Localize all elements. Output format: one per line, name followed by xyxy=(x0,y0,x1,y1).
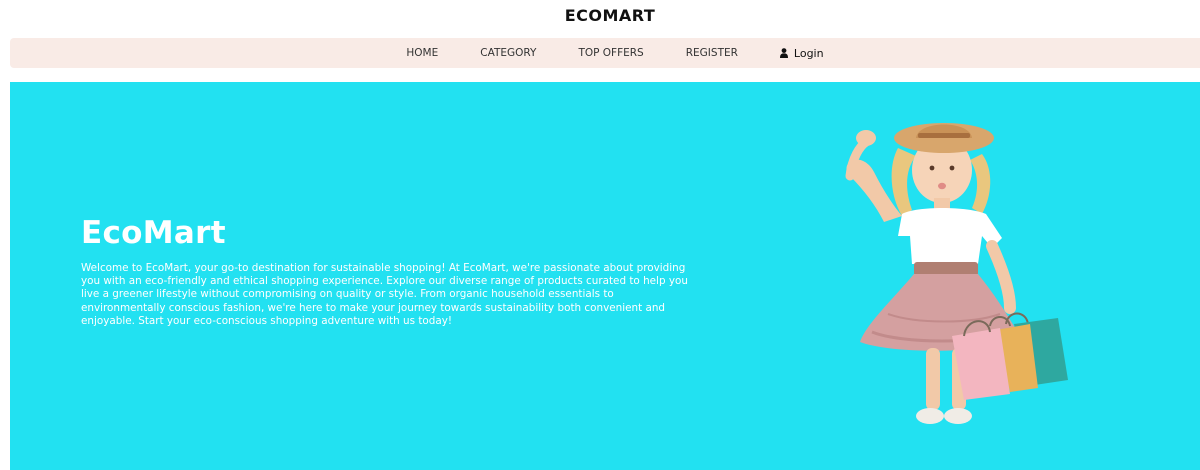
login-label: Login xyxy=(793,46,824,60)
nav-top-offers[interactable]: TOP OFFERS xyxy=(557,47,664,59)
nav-register[interactable]: REGISTER xyxy=(665,47,759,59)
hero-image xyxy=(845,123,1068,424)
nav-category[interactable]: CATEGORY xyxy=(459,47,557,59)
nav-menu: HOME CATEGORY TOP OFFERS REGISTER Login xyxy=(10,38,1200,68)
hero-banner: EcoMart Welcome to EcoMart, your go-to d… xyxy=(10,82,1200,470)
nav-home[interactable]: HOME xyxy=(385,47,459,59)
login-link[interactable]: Login xyxy=(759,47,845,60)
page: ECOMART HOME CATEGORY TOP OFFERS REGISTE… xyxy=(0,0,1200,470)
navbar: HOME CATEGORY TOP OFFERS REGISTER Login xyxy=(10,38,1200,68)
user-icon xyxy=(779,48,788,58)
hero-title: EcoMart xyxy=(81,215,226,251)
hero-description: Welcome to EcoMart, your go-to destinati… xyxy=(81,262,688,327)
site-logo[interactable]: ECOMART xyxy=(0,6,1200,25)
